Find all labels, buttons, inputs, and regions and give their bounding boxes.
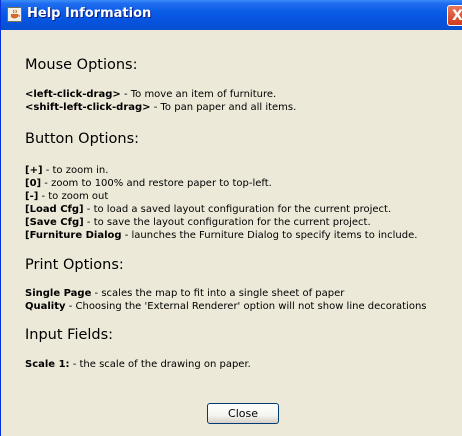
button-item-5: [Furniture Dialog - launches the Furnitu… (25, 230, 418, 241)
print-options-heading: Print Options: (25, 257, 124, 273)
title-bar[interactable]: Help Information X (1, 0, 462, 30)
window-title: Help Information (27, 6, 152, 21)
mouse-item-1: <shift-left-click-drag> - To pan paper a… (25, 102, 297, 113)
button-item-2: [-] - to zoom out (25, 191, 109, 202)
mouse-item-0: <left-click-drag> - To move an item of f… (25, 89, 277, 100)
button-options-heading: Button Options: (25, 131, 140, 147)
button-item-0: [+] - to zoom in. (25, 165, 109, 176)
print-item-1: Quality - Choosing the 'External Rendere… (25, 301, 427, 312)
close-button[interactable]: Close (207, 403, 279, 424)
button-item-1: [0] - zoom to 100% and restore paper to … (25, 178, 272, 189)
print-item-0: Single Page - scales the map to fit into… (25, 288, 345, 299)
input-item-0: Scale 1: - the scale of the drawing on p… (25, 359, 251, 370)
input-fields-heading: Input Fields: (25, 327, 114, 343)
help-dialog-window: Help Information X Mouse Options: <left-… (0, 0, 462, 436)
mouse-options-heading: Mouse Options: (25, 57, 138, 73)
window-close-button[interactable]: X (447, 5, 462, 26)
button-item-4: [Save Cfg] - to save the layout configur… (25, 217, 371, 228)
java-cup-icon (7, 7, 22, 22)
button-item-3: [Load Cfg] - to load a saved layout conf… (25, 204, 392, 215)
